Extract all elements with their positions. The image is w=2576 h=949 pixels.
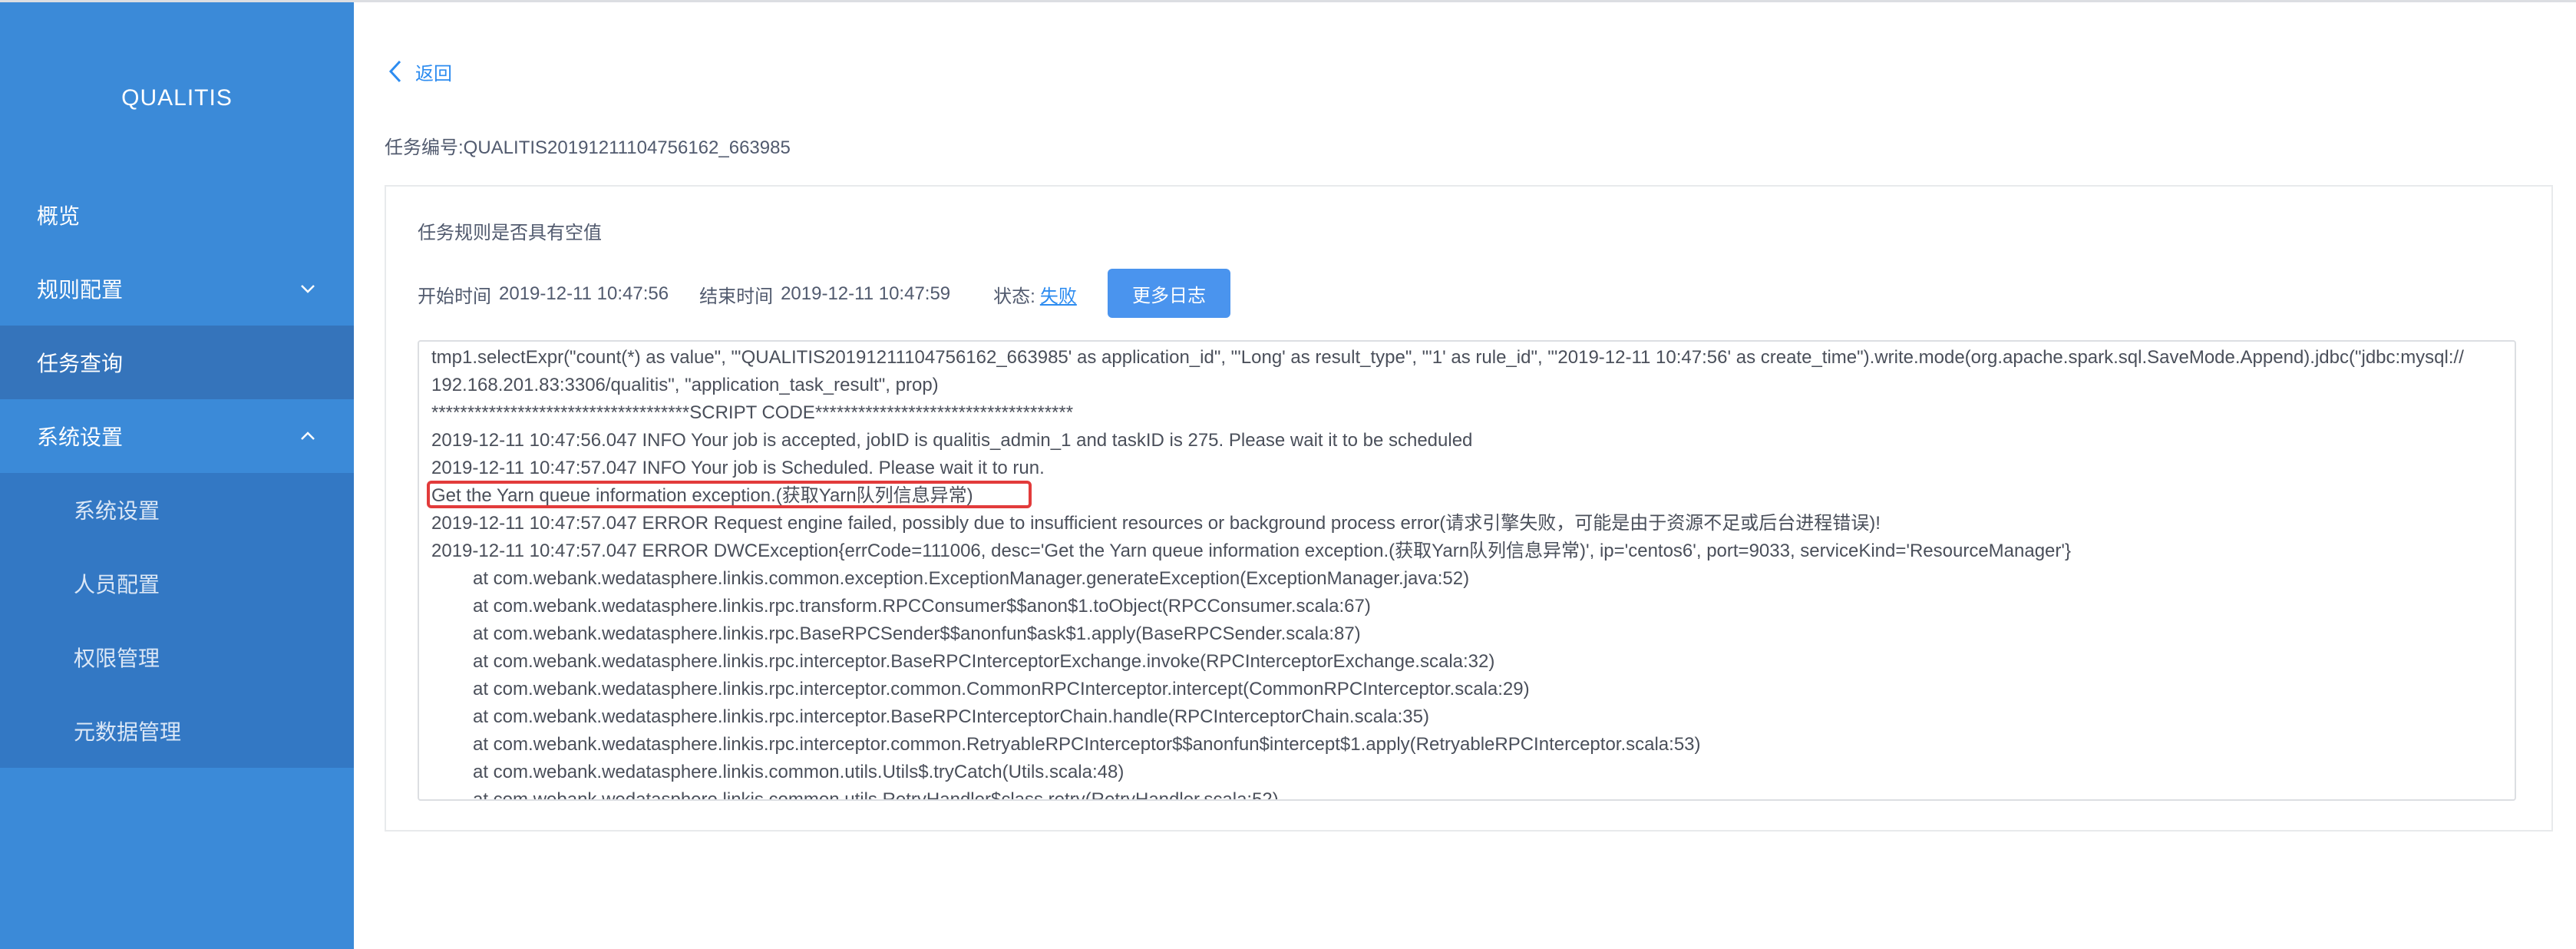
task-detail-card: 任务规则是否具有空值 开始时间 2019-12-11 10:47:56 结束时间…	[385, 185, 2553, 832]
submenu-label: 人员配置	[74, 573, 160, 597]
end-time-label: 结束时间	[699, 286, 774, 307]
log-panel[interactable]: tmp1.selectExpr("count(*) as value", "'Q…	[418, 340, 2516, 801]
system-settings-submenu: 系统设置 人员配置 权限管理 元数据管理	[0, 473, 354, 768]
status-failed-link[interactable]: 失败	[1040, 281, 1077, 308]
log-line: 2019-12-11 10:47:57.047 INFO Your job is…	[431, 458, 1045, 478]
start-time-label: 开始时间	[418, 286, 491, 307]
start-time-value: 2019-12-11 10:47:56	[499, 283, 669, 304]
end-time-value: 2019-12-11 10:47:59	[781, 283, 951, 304]
log-line: at com.webank.wedatasphere.linkis.common…	[473, 789, 1279, 801]
log-line: at com.webank.wedatasphere.linkis.rpc.tr…	[473, 596, 1371, 617]
submenu-item-permissions[interactable]: 权限管理	[0, 620, 354, 694]
log-line: at com.webank.wedatasphere.linkis.rpc.Ba…	[473, 623, 1361, 644]
chevron-up-icon	[301, 432, 315, 440]
log-line: 2019-12-11 10:47:56.047 INFO Your job is…	[431, 430, 1473, 451]
nav-item-overview[interactable]: 概览	[0, 178, 354, 252]
nav-item-system-settings[interactable]: 系统设置	[0, 399, 354, 473]
error-highlight-box	[427, 481, 1032, 508]
app-logo: QUALITIS	[121, 85, 233, 111]
submenu-item-metadata[interactable]: 元数据管理	[0, 694, 354, 768]
back-link[interactable]: 返回	[388, 55, 452, 88]
log-line: 2019-12-11 10:47:57.047 ERROR Request en…	[431, 513, 1881, 534]
log-line: ************************************SCRI…	[431, 402, 1074, 423]
log-line: 192.168.201.83:3306/qualitis", "applicat…	[431, 375, 939, 395]
submenu-item-system-settings[interactable]: 系统设置	[0, 473, 354, 547]
log-line: at com.webank.wedatasphere.linkis.common…	[473, 568, 1470, 589]
log-line-highlighted: Get the Yarn queue information exception…	[427, 481, 2502, 510]
log-line: tmp1.selectExpr("count(*) as value", "'Q…	[431, 347, 2464, 368]
log-line: at com.webank.wedatasphere.linkis.rpc.in…	[473, 651, 1495, 672]
nav-label: 系统设置	[37, 425, 124, 449]
log-line: 2019-12-11 10:47:57.047 ERROR DWCExcepti…	[431, 541, 2071, 561]
nav-label: 规则配置	[37, 278, 124, 302]
rule-name: 任务规则是否具有空值	[418, 223, 602, 243]
sidebar: QUALITIS 概览 规则配置 任务查询 系统设置 系统设置 人员配置 权限管…	[0, 2, 354, 949]
nav-label: 任务查询	[37, 352, 124, 375]
submenu-label: 权限管理	[74, 646, 160, 670]
task-number: 任务编号:QUALITIS20191211104756162_663985	[385, 137, 791, 158]
submenu-label: 元数据管理	[74, 720, 182, 744]
log-line: at com.webank.wedatasphere.linkis.rpc.in…	[473, 679, 1530, 699]
log-line: at com.webank.wedatasphere.linkis.common…	[473, 762, 1125, 782]
log-line: at com.webank.wedatasphere.linkis.rpc.in…	[473, 734, 1701, 755]
chevron-left-icon	[388, 60, 401, 83]
task-meta: 开始时间 2019-12-11 10:47:56 结束时间 2019-12-11…	[418, 279, 1077, 309]
more-logs-button[interactable]: 更多日志	[1108, 269, 1230, 318]
chevron-down-icon	[301, 285, 315, 293]
nav-item-task-query[interactable]: 任务查询	[0, 326, 354, 399]
submenu-label: 系统设置	[74, 499, 160, 523]
submenu-item-personnel[interactable]: 人员配置	[0, 547, 354, 620]
back-label: 返回	[415, 63, 452, 84]
nav-label: 概览	[37, 204, 81, 228]
status-label: 状态:	[993, 286, 1035, 307]
nav-item-rule-config[interactable]: 规则配置	[0, 252, 354, 326]
top-border	[0, 0, 2576, 2]
log-line: at com.webank.wedatasphere.linkis.rpc.in…	[473, 706, 1429, 727]
